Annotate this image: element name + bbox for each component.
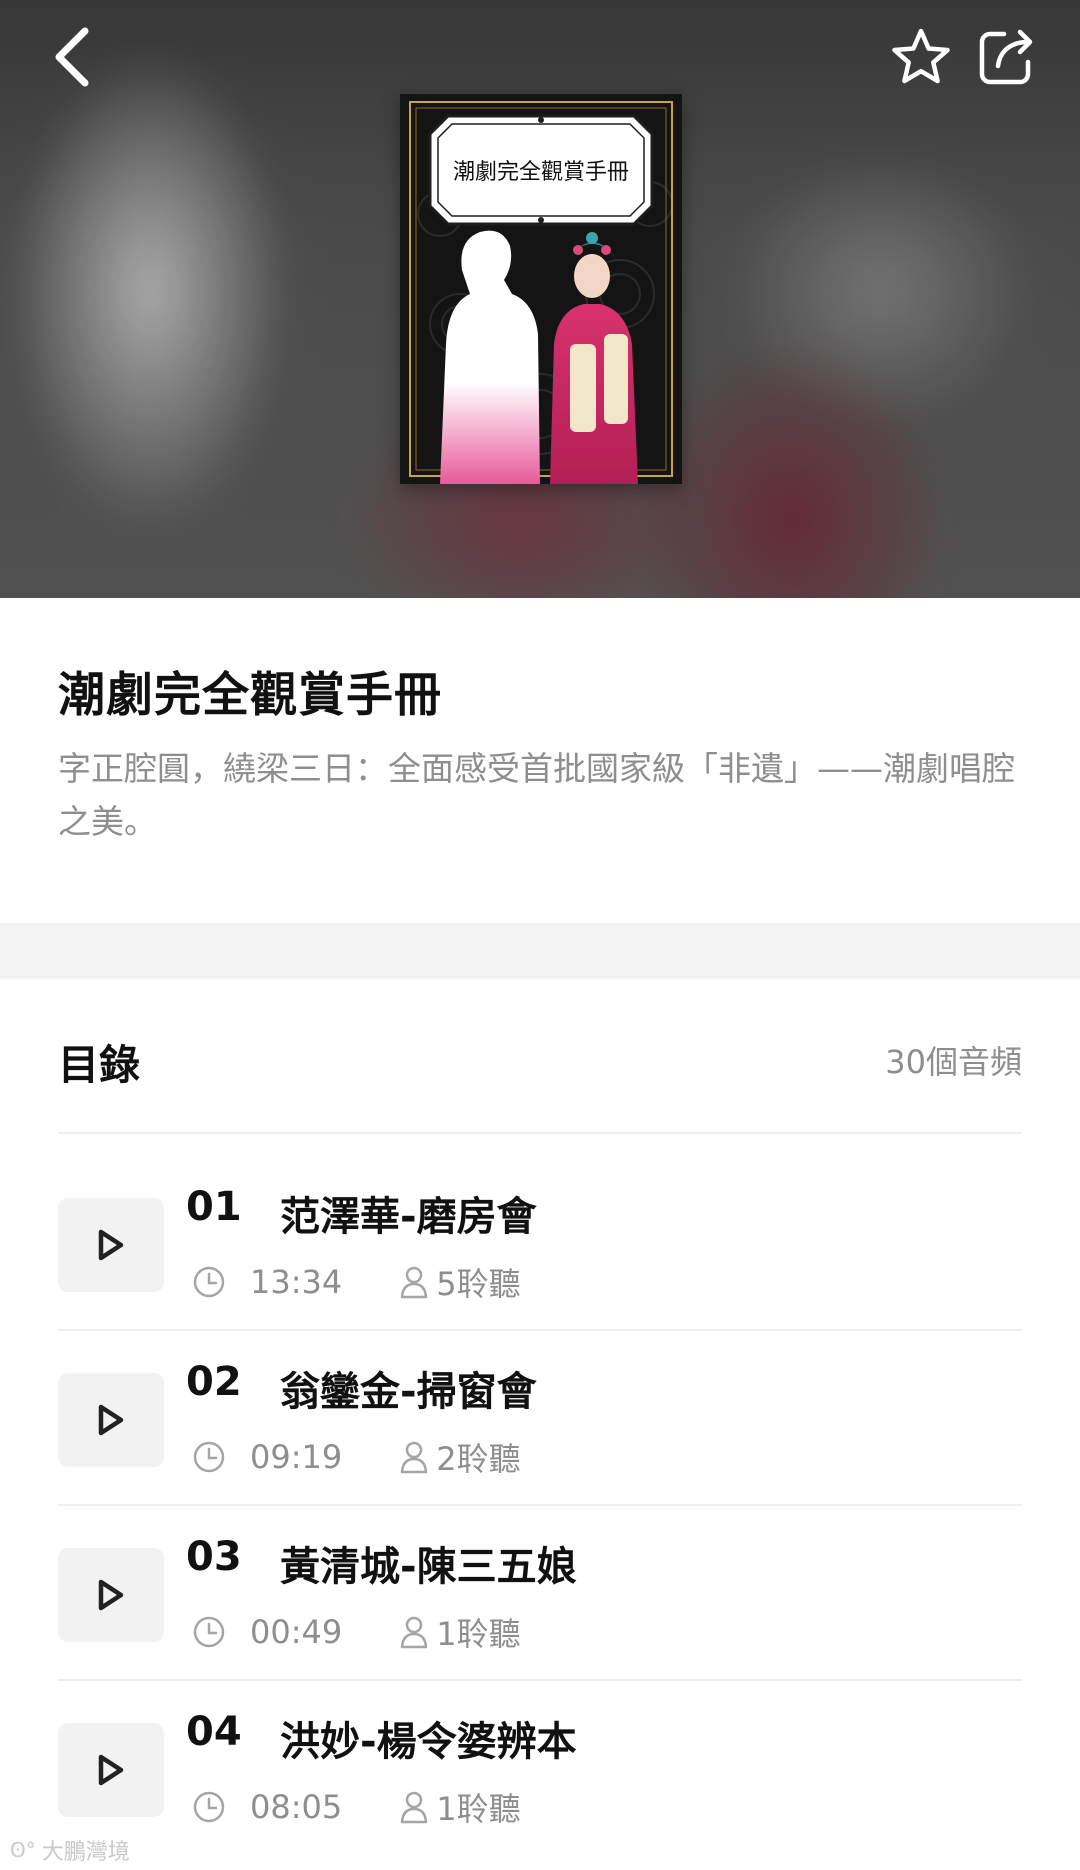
track-number: 01 xyxy=(186,1184,242,1230)
listener-icon xyxy=(400,1791,428,1824)
track-row[interactable]: 01 范澤華-磨房會 13:34 5聆聽 xyxy=(58,1154,1022,1331)
cover-title-text: 潮劇完全觀賞手冊 xyxy=(453,160,629,185)
catalog-title: 目錄 xyxy=(58,1041,140,1089)
track-number: 04 xyxy=(186,1709,242,1755)
play-icon xyxy=(98,1229,124,1261)
track-number: 02 xyxy=(186,1359,242,1405)
star-outline-icon xyxy=(892,28,950,84)
track-row[interactable]: 02 翁鑾金-掃窗會 09:19 2聆聽 xyxy=(58,1329,1022,1506)
play-button[interactable] xyxy=(58,1723,164,1817)
track-meta: 08:05 1聆聽 xyxy=(192,1787,521,1828)
track-listens: 1聆聽 xyxy=(436,1790,521,1828)
back-button[interactable] xyxy=(36,22,106,92)
track-listens: 2聆聽 xyxy=(436,1440,521,1478)
play-icon xyxy=(98,1579,124,1611)
track-duration: 00:49 xyxy=(250,1613,343,1651)
track-number: 03 xyxy=(186,1534,242,1580)
clock-icon xyxy=(193,1266,225,1298)
track-duration: 09:19 xyxy=(250,1438,343,1476)
share-icon xyxy=(979,29,1033,85)
track-row[interactable]: 03 黃清城-陳三五娘 00:49 1聆聽 xyxy=(58,1504,1022,1681)
track-meta: 09:19 2聆聽 xyxy=(192,1437,521,1478)
track-title: 洪妙-楊令婆辨本 xyxy=(280,1719,577,1765)
play-icon xyxy=(98,1404,124,1436)
album-info: 潮劇完全觀賞手冊 字正腔圓，繞梁三日：全面感受首批國家級「非遺」——潮劇唱腔之美… xyxy=(0,598,1080,923)
share-button[interactable] xyxy=(972,22,1042,92)
album-description: 字正腔圓，繞梁三日：全面感受首批國家級「非遺」——潮劇唱腔之美。 xyxy=(58,749,1015,841)
track-meta: 13:34 5聆聽 xyxy=(192,1262,521,1303)
listener-icon xyxy=(400,1266,428,1299)
track-listens: 1聆聽 xyxy=(436,1615,521,1653)
listener-icon xyxy=(400,1441,428,1474)
listener-icon xyxy=(400,1616,428,1649)
track-meta: 00:49 1聆聽 xyxy=(192,1612,521,1653)
album-cover-artwork: 潮劇完全觀賞手冊 xyxy=(400,94,682,484)
clock-icon xyxy=(193,1616,225,1648)
track-title: 范澤華-磨房會 xyxy=(280,1194,537,1240)
track-duration: 13:34 xyxy=(250,1263,343,1301)
header-hero: 潮劇完全觀賞手冊 xyxy=(0,0,1080,598)
section-divider xyxy=(0,923,1080,979)
track-row[interactable]: 04 洪妙-楊令婆辨本 08:05 1聆聽 xyxy=(58,1679,1022,1854)
album-title: 潮劇完全觀賞手冊 xyxy=(58,668,442,723)
play-icon xyxy=(98,1754,124,1786)
watermark-text: 大鵬灣境 xyxy=(41,1840,130,1865)
clock-icon xyxy=(193,1441,225,1473)
album-cover: 潮劇完全觀賞手冊 xyxy=(400,94,682,484)
play-button[interactable] xyxy=(58,1373,164,1467)
catalog-section: 目錄 30個音頻 01 范澤華-磨房會 13:34 5聆聽 02 翁鑾金-掃窗會… xyxy=(0,979,1080,1870)
play-button[interactable] xyxy=(58,1548,164,1642)
favorite-button[interactable] xyxy=(886,22,956,92)
play-button[interactable] xyxy=(58,1198,164,1292)
chevron-left-icon xyxy=(55,27,89,87)
watermark: ʘ° 大鵬灣境 xyxy=(10,1834,130,1866)
track-duration: 08:05 xyxy=(250,1788,343,1826)
track-listens: 5聆聽 xyxy=(436,1265,521,1303)
clock-icon xyxy=(193,1791,225,1823)
track-count: 30個音頻 xyxy=(885,1043,1022,1081)
track-title: 黃清城-陳三五娘 xyxy=(280,1544,577,1590)
catalog-header: 目錄 30個音頻 xyxy=(58,979,1022,1134)
watermark-logo-icon: ʘ° xyxy=(10,1838,36,1862)
track-title: 翁鑾金-掃窗會 xyxy=(280,1369,537,1415)
